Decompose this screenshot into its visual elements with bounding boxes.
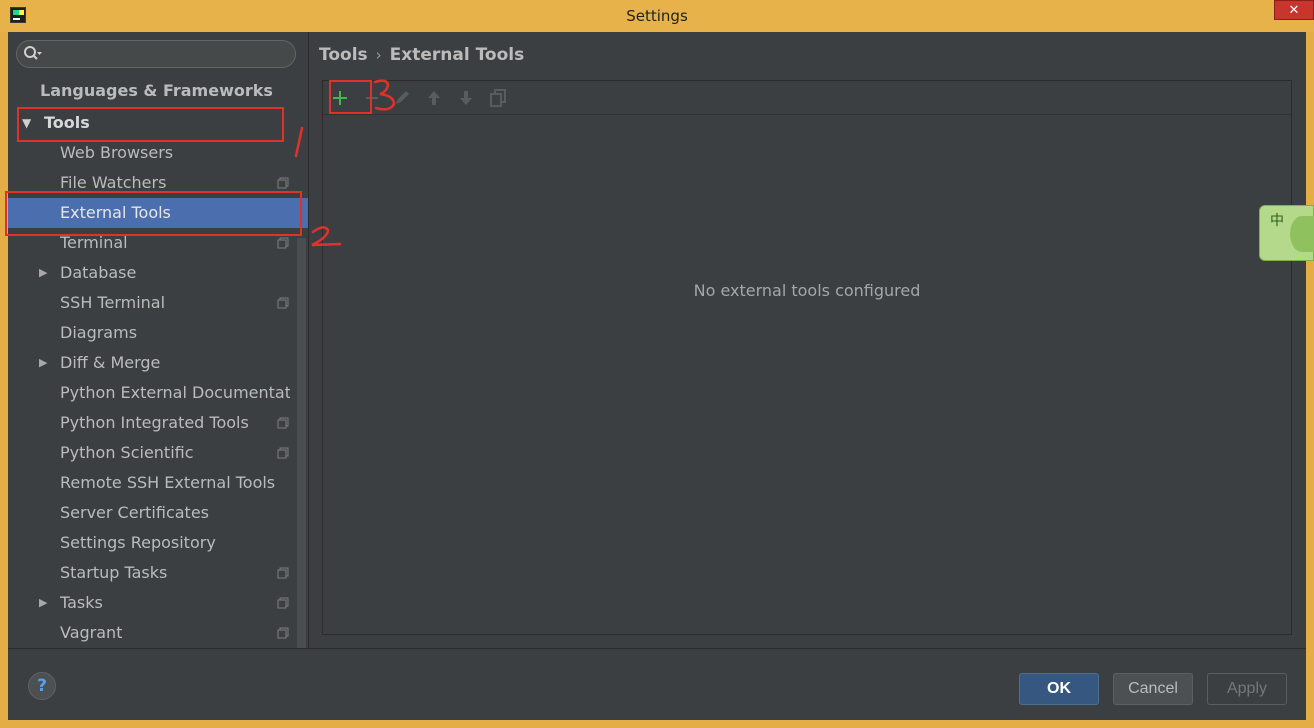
project-copy-icon <box>277 297 289 309</box>
breadcrumb-parent: Tools <box>319 45 368 65</box>
project-copy-icon <box>277 597 289 609</box>
tree-item-vagrant[interactable]: Vagrant <box>60 618 122 648</box>
copy-icon[interactable] <box>487 87 509 109</box>
tree-item-python-external-documentation[interactable]: Python External Documentatic <box>60 378 290 408</box>
empty-state-text: No external tools configured <box>693 281 921 300</box>
tree-item-diff-merge[interactable]: Diff & Merge <box>60 348 160 378</box>
search-input[interactable] <box>16 40 296 68</box>
collapsed-arrow-icon[interactable]: ▶ <box>39 588 47 618</box>
settings-window: Settings ✕ Languages & Frameworks ▼ Tool… <box>0 0 1314 728</box>
external-tools-panel: No external tools configured <box>322 80 1292 635</box>
panel-divider[interactable] <box>308 32 309 648</box>
project-copy-icon <box>277 567 289 579</box>
annotation-box-tools <box>17 107 284 142</box>
ok-button[interactable]: OK <box>1019 673 1099 705</box>
window-title: Settings <box>626 7 688 25</box>
tree-item-web-browsers[interactable]: Web Browsers <box>60 138 173 168</box>
collapsed-arrow-icon[interactable]: ▶ <box>39 258 47 288</box>
edit-icon[interactable] <box>391 87 413 109</box>
tree-item-remote-ssh-external-tools[interactable]: Remote SSH External Tools <box>60 468 275 498</box>
annotation-box-external-tools <box>5 191 302 236</box>
tools-toolbar <box>323 81 1291 115</box>
breadcrumb-current: External Tools <box>389 45 525 65</box>
project-copy-icon <box>277 417 289 429</box>
help-button[interactable]: ? <box>28 672 56 700</box>
project-copy-icon <box>277 627 289 639</box>
close-button[interactable]: ✕ <box>1274 0 1314 20</box>
tree-item-python-scientific[interactable]: Python Scientific <box>60 438 194 468</box>
tree-item-python-integrated-tools[interactable]: Python Integrated Tools <box>60 408 249 438</box>
project-copy-icon <box>277 447 289 459</box>
tree-item-startup-tasks[interactable]: Startup Tasks <box>60 558 167 588</box>
project-copy-icon <box>277 237 289 249</box>
tree-item-server-certificates[interactable]: Server Certificates <box>60 498 209 528</box>
annotation-box-add <box>329 80 372 114</box>
footer-divider <box>8 648 1306 649</box>
tree-item-diagrams[interactable]: Diagrams <box>60 318 137 348</box>
tree-languages-frameworks[interactable]: Languages & Frameworks <box>40 76 273 106</box>
search-icon <box>24 46 42 60</box>
move-up-icon[interactable] <box>423 87 445 109</box>
move-down-icon[interactable] <box>455 87 477 109</box>
ime-language-widget[interactable]: 中 <box>1259 205 1314 261</box>
ime-char: 中 <box>1270 213 1284 229</box>
tree-item-ssh-terminal[interactable]: SSH Terminal <box>60 288 165 318</box>
apply-button[interactable]: Apply <box>1207 673 1287 705</box>
title-bar: Settings ✕ <box>0 0 1314 32</box>
collapsed-arrow-icon[interactable]: ▶ <box>39 348 47 378</box>
sidebar-scrollbar[interactable] <box>297 238 306 648</box>
tree-item-tasks[interactable]: Tasks <box>60 588 103 618</box>
cancel-button[interactable]: Cancel <box>1113 673 1193 705</box>
tree-item-settings-repository[interactable]: Settings Repository <box>60 528 216 558</box>
project-copy-icon <box>277 177 289 189</box>
ime-swirl-icon <box>1290 216 1314 252</box>
breadcrumb-separator-icon: › <box>375 46 382 64</box>
breadcrumb: Tools › External Tools <box>319 42 524 68</box>
tree-item-database[interactable]: Database <box>60 258 136 288</box>
